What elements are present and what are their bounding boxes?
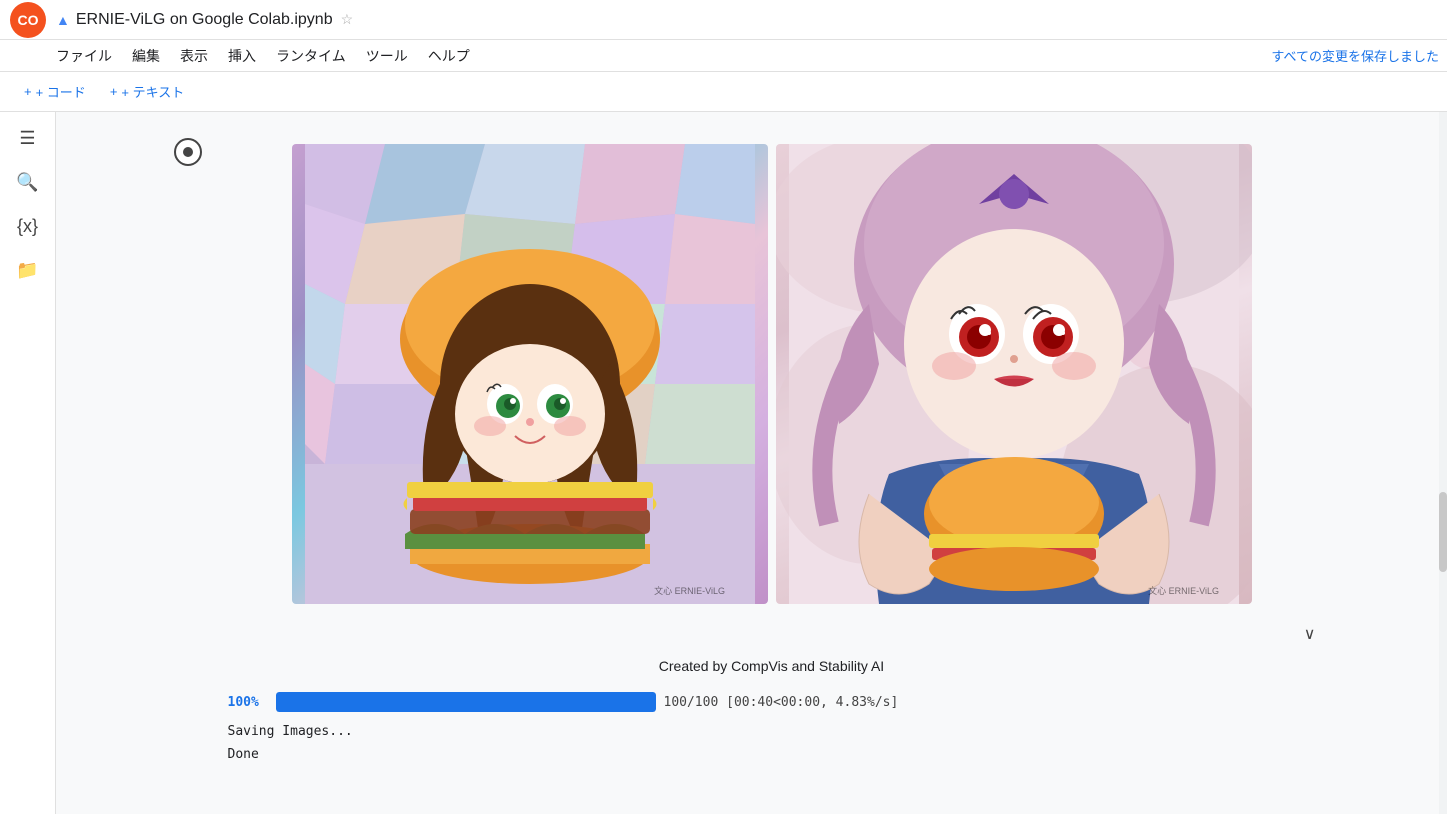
progress-info: 100/100 [00:40<00:00, 4.83%/s] — [664, 695, 899, 710]
output-cell: 文心 ERNIE-ViLG — [212, 128, 1332, 774]
svg-text:文心 ERNIE-ViLG: 文心 ERNIE-ViLG — [1148, 585, 1219, 596]
scrollbar[interactable] — [1439, 112, 1447, 814]
plus-code-icon: + — [24, 84, 32, 99]
menu-file[interactable]: ファイル — [48, 42, 120, 70]
progress-row: 100% 100/100 [00:40<00:00, 4.83%/s] — [228, 684, 1316, 720]
menu-insert[interactable]: 挿入 — [220, 42, 264, 70]
cell-container: 文心 ERNIE-ViLG — [148, 128, 1348, 774]
created-by-text: Created by CompVis and Stability AI — [228, 648, 1316, 684]
run-button[interactable] — [174, 138, 202, 166]
images-grid: 文心 ERNIE-ViLG — [292, 144, 1252, 604]
toolbar: + + コード + + テキスト — [0, 72, 1447, 112]
output-line-saving: Saving Images... — [228, 720, 1316, 743]
menu-view[interactable]: 表示 — [172, 42, 216, 70]
cell-gutter — [172, 136, 204, 168]
output-line-done: Done — [228, 743, 1316, 766]
run-icon — [183, 147, 193, 157]
top-bar: CO ▲ ERNIE-ViLG on Google Colab.ipynb ☆ — [0, 0, 1447, 40]
progress-percent: 100% — [228, 695, 268, 710]
text-label: + テキスト — [121, 82, 184, 101]
svg-text:文心 ERNIE-ViLG: 文心 ERNIE-ViLG — [654, 585, 725, 596]
menu-bar: ファイル 編集 表示 挿入 ランタイム ツール ヘルプ すべての変更を保存しまし… — [0, 40, 1447, 72]
progress-bar-container — [276, 692, 656, 712]
sidebar-menu-icon[interactable]: ☰ — [10, 120, 46, 156]
code-label: + コード — [36, 82, 86, 101]
menu-help[interactable]: ヘルプ — [420, 42, 478, 70]
logo-circle: CO — [10, 2, 46, 38]
scrollbar-thumb[interactable] — [1439, 492, 1447, 572]
notebook-title[interactable]: ERNIE-ViLG on Google Colab.ipynb — [76, 11, 333, 29]
collapse-icon[interactable]: ∨ — [1304, 624, 1316, 644]
sidebar-files-icon[interactable]: 📁 — [10, 252, 46, 288]
left-sidebar: ☰ 🔍 {x} 📁 — [0, 112, 56, 814]
add-code-button[interactable]: + + コード — [16, 78, 94, 105]
sidebar-search-icon[interactable]: 🔍 — [10, 164, 46, 200]
menu-edit[interactable]: 編集 — [124, 42, 168, 70]
image-right: 文心 ERNIE-ViLG — [776, 144, 1252, 604]
logo: CO — [8, 0, 48, 40]
progress-bar-fill — [276, 692, 656, 712]
image-left: 文心 ERNIE-ViLG — [292, 144, 768, 604]
menu-runtime[interactable]: ランタイム — [268, 42, 354, 70]
saved-status: すべての変更を保存しました — [1271, 46, 1439, 65]
sidebar-variables-icon[interactable]: {x} — [10, 208, 46, 244]
star-icon[interactable]: ☆ — [341, 11, 354, 28]
images-output: 文心 ERNIE-ViLG — [212, 128, 1332, 620]
plus-text-icon: + — [110, 84, 118, 99]
bottom-section: ∨ Created by CompVis and Stability AI 10… — [212, 620, 1332, 774]
drive-icon: ▲ — [56, 12, 70, 28]
content-area[interactable]: 文心 ERNIE-ViLG — [56, 112, 1439, 814]
add-text-button[interactable]: + + テキスト — [102, 78, 192, 105]
menu-tools[interactable]: ツール — [358, 42, 416, 70]
main-layout: ☰ 🔍 {x} 📁 — [0, 112, 1447, 814]
